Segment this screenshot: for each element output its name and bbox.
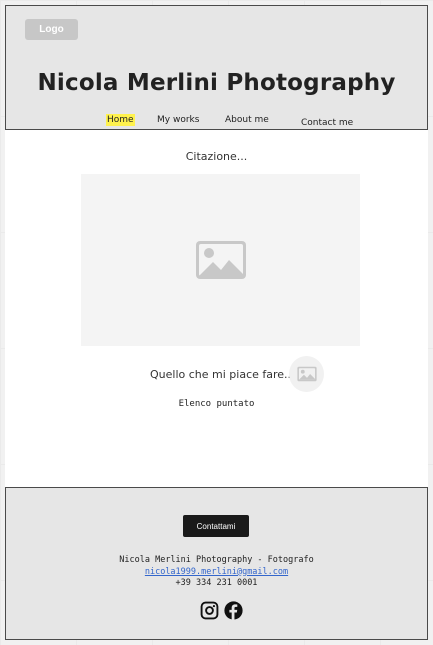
bullet-list: Elenco puntato: [178, 399, 255, 409]
nav-home[interactable]: Home: [106, 114, 135, 126]
nav-my-works[interactable]: My works: [157, 114, 199, 126]
instagram-icon[interactable]: [200, 601, 219, 620]
likes-text: Quello che mi piace fare...: [150, 368, 295, 381]
footer-info: Nicola Merlini Photography - Fotografo n…: [6, 555, 427, 590]
footer-email-link[interactable]: nicola1999.merlini@gmail.com: [145, 567, 288, 577]
site-header: Logo Nicola Merlini Photography Home My …: [5, 5, 428, 130]
likes-image: [289, 356, 324, 392]
image-placeholder-icon: [296, 366, 317, 382]
site-title: Nicola Merlini Photography: [37, 70, 396, 96]
main-nav: Home My works About me Contact me: [6, 114, 427, 128]
footer-phone: +39 334 231 0001: [175, 578, 258, 588]
social-links: [200, 601, 243, 621]
hero-image: [81, 174, 360, 346]
logo[interactable]: Logo: [25, 19, 78, 40]
nav-about-me[interactable]: About me: [225, 114, 269, 126]
page-frame: Logo Nicola Merlini Photography Home My …: [5, 5, 428, 640]
quote-text: Citazione...: [185, 150, 248, 163]
main-content: Citazione... Quello che mi piace fare...: [5, 130, 428, 487]
likes-section: Quello che mi piace fare...: [5, 356, 428, 392]
image-placeholder-icon: [195, 241, 246, 279]
site-footer: Contattami Nicola Merlini Photography - …: [5, 487, 428, 640]
contact-button[interactable]: Contattami: [183, 515, 249, 537]
nav-contact-me[interactable]: Contact me: [301, 117, 353, 129]
facebook-icon[interactable]: [224, 601, 243, 620]
footer-tagline: Nicola Merlini Photography - Fotografo: [119, 555, 314, 565]
